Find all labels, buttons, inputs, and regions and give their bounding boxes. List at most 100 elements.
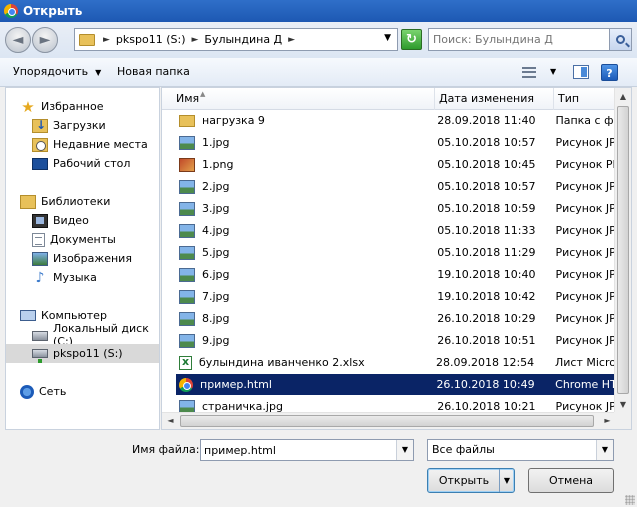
scroll-down-icon[interactable]: ▼ [615, 396, 631, 413]
scroll-thumb[interactable] [617, 106, 629, 394]
network-icon [20, 384, 34, 399]
breadcrumb-drive[interactable]: pkspo11 (S:) [116, 33, 186, 46]
organize-button[interactable]: Упорядочить ▼ [13, 65, 101, 78]
column-header-type[interactable]: Тип [554, 88, 616, 110]
chevron-down-icon[interactable]: ▼ [596, 440, 613, 460]
recent-places-icon [32, 137, 48, 152]
refresh-button[interactable]: ↻ [401, 29, 422, 50]
sidebar-item-downloads[interactable]: Загрузки [6, 116, 159, 135]
search-box[interactable] [428, 28, 632, 51]
breadcrumb-chevron-icon[interactable]: ► [191, 35, 198, 45]
file-name: 1.png [202, 158, 234, 171]
sidebar-item-favorites[interactable]: ★ Избранное [6, 97, 159, 116]
file-row[interactable]: 1.png 05.10.2018 10:45 Рисунок PNG [176, 154, 617, 175]
file-date: 05.10.2018 11:33 [437, 224, 536, 237]
file-row[interactable]: 9.jpg 26.10.2018 10:51 Рисунок JPEG [176, 330, 617, 351]
new-folder-button[interactable]: Новая папка [117, 65, 190, 78]
forward-arrow-icon: ► [39, 32, 51, 48]
open-button[interactable]: Открыть ▼ [427, 468, 515, 493]
filename-input[interactable] [204, 442, 394, 458]
file-row[interactable]: 4.jpg 05.10.2018 11:33 Рисунок JPEG [176, 220, 617, 241]
file-row[interactable]: 6.jpg 19.10.2018 10:40 Рисунок JPEG [176, 264, 617, 285]
address-dropdown-icon[interactable]: ▼ [384, 33, 391, 43]
column-header-name[interactable]: Имя ▲ [162, 88, 435, 110]
filename-label: Имя файла: [132, 443, 200, 456]
window-title: Открыть [23, 4, 83, 18]
sidebar-item-local-disk[interactable]: Локальный диск (C:) [6, 322, 159, 348]
file-row[interactable]: страничка.jpg26.10.2018 10:21Рисунок JPE… [176, 396, 617, 413]
filename-combobox[interactable]: ▼ [200, 439, 414, 461]
jpg-file-icon [179, 333, 195, 348]
sidebar-item-images[interactable]: Изображения [6, 249, 159, 268]
sidebar-item-video[interactable]: Видео [6, 211, 159, 230]
breadcrumb-chevron-icon[interactable]: ► [288, 35, 295, 45]
file-row[interactable]: 1.jpg 05.10.2018 10:57 Рисунок JPEG [176, 132, 617, 153]
images-icon [32, 251, 48, 266]
sidebar-item-documents[interactable]: Документы [6, 230, 159, 249]
back-button[interactable]: ◄ [5, 27, 31, 53]
file-type: Рисунок JPEG [555, 312, 617, 325]
open-dropdown-icon[interactable]: ▼ [499, 469, 514, 492]
sidebar-item-label: Изображения [53, 252, 132, 265]
file-name: булындина иванченко 2.xlsx [199, 356, 365, 369]
file-row[interactable]: нагрузка 9 28.09.2018 11:40 Папка с файлам… [176, 110, 617, 131]
cancel-button[interactable]: Отмена [528, 468, 614, 493]
scroll-thumb[interactable] [180, 415, 594, 427]
folder-icon [79, 33, 95, 46]
sidebar-item-label: Недавние места [53, 138, 148, 151]
file-row[interactable]: 3.jpg 05.10.2018 10:59 Рисунок JPEG [176, 198, 617, 219]
column-header-row: Имя ▲ Дата изменения Тип [162, 88, 631, 110]
sidebar-item-recent-places[interactable]: Недавние места [6, 135, 159, 154]
jpg-file-icon [179, 135, 195, 150]
file-row[interactable]: пример.html 26.10.2018 10:49 Chrome HTML D… [176, 374, 617, 395]
sidebar-item-network[interactable]: Сеть [6, 382, 159, 401]
file-name: 8.jpg [202, 312, 230, 325]
file-name: 5.jpg [202, 246, 230, 259]
view-dropdown-icon[interactable]: ▼ [550, 67, 556, 76]
file-type: Лист Microsoft Excel [555, 356, 617, 369]
sort-ascending-icon: ▲ [200, 90, 206, 98]
open-button-label: Открыть [438, 474, 490, 487]
search-input[interactable] [433, 30, 609, 49]
jpg-file-icon [179, 399, 195, 413]
file-row[interactable]: 8.jpg 26.10.2018 10:29 Рисунок JPEG [176, 308, 617, 329]
file-row[interactable]: 5.jpg 05.10.2018 11:29 Рисунок JPEG [176, 242, 617, 263]
preview-pane-icon[interactable] [573, 65, 589, 79]
forward-button[interactable]: ► [32, 27, 58, 53]
resize-grip-icon[interactable] [625, 495, 635, 505]
address-bar[interactable]: ► pkspo11 (S:) ► Булындина Д ► ▼ [74, 28, 398, 51]
help-icon[interactable]: ? [601, 64, 618, 81]
sidebar-item-network-drive[interactable]: pkspo11 (S:) [6, 344, 159, 363]
search-button[interactable] [609, 29, 631, 50]
file-row[interactable]: булындина иванченко 2.xlsx 28.09.2018 12:… [176, 352, 617, 373]
jpg-file-icon [179, 289, 195, 304]
file-date: 05.10.2018 10:57 [437, 180, 536, 193]
file-type: Рисунок JPEG [555, 136, 617, 149]
filetype-select[interactable]: Все файлы ▼ [427, 439, 614, 461]
breadcrumb-folder[interactable]: Булындина Д [204, 33, 282, 46]
breadcrumb-chevron-icon[interactable]: ► [103, 35, 110, 45]
view-options-icon[interactable] [522, 67, 536, 78]
file-row[interactable]: 7.jpg 19.10.2018 10:42 Рисунок JPEG [176, 286, 617, 307]
horizontal-scrollbar[interactable]: ◄ ► [162, 412, 616, 429]
file-row[interactable]: 2.jpg 05.10.2018 10:57 Рисунок JPEG [176, 176, 617, 197]
star-icon: ★ [21, 97, 35, 116]
file-name: нагрузка 9 [202, 114, 265, 127]
file-name: 3.jpg [202, 202, 230, 215]
file-name: 9.jpg [202, 334, 230, 347]
file-name: 4.jpg [202, 224, 230, 237]
sidebar-item-label: Избранное [41, 100, 104, 113]
sidebar-item-label: Рабочий стол [53, 157, 131, 170]
sidebar-item-music[interactable]: ♪ Музыка [6, 268, 159, 287]
chevron-down-icon[interactable]: ▼ [396, 440, 413, 460]
sidebar-item-libraries[interactable]: Библиотеки [6, 192, 159, 211]
sidebar-item-label: Видео [53, 214, 89, 227]
scroll-left-icon[interactable]: ◄ [162, 413, 179, 429]
navigation-pane: ★ Избранное Загрузки Недавние места Рабоч… [5, 87, 160, 430]
column-header-date[interactable]: Дата изменения [435, 88, 554, 110]
sidebar-item-label: Музыка [53, 271, 97, 284]
sidebar-item-desktop[interactable]: Рабочий стол [6, 154, 159, 173]
navigation-bar: ◄ ► ► pkspo11 (S:) ► Булындина Д ► ▼ ↻ [0, 22, 637, 58]
scroll-up-icon[interactable]: ▲ [615, 88, 631, 105]
vertical-scrollbar[interactable]: ▲ ▼ [614, 88, 631, 413]
